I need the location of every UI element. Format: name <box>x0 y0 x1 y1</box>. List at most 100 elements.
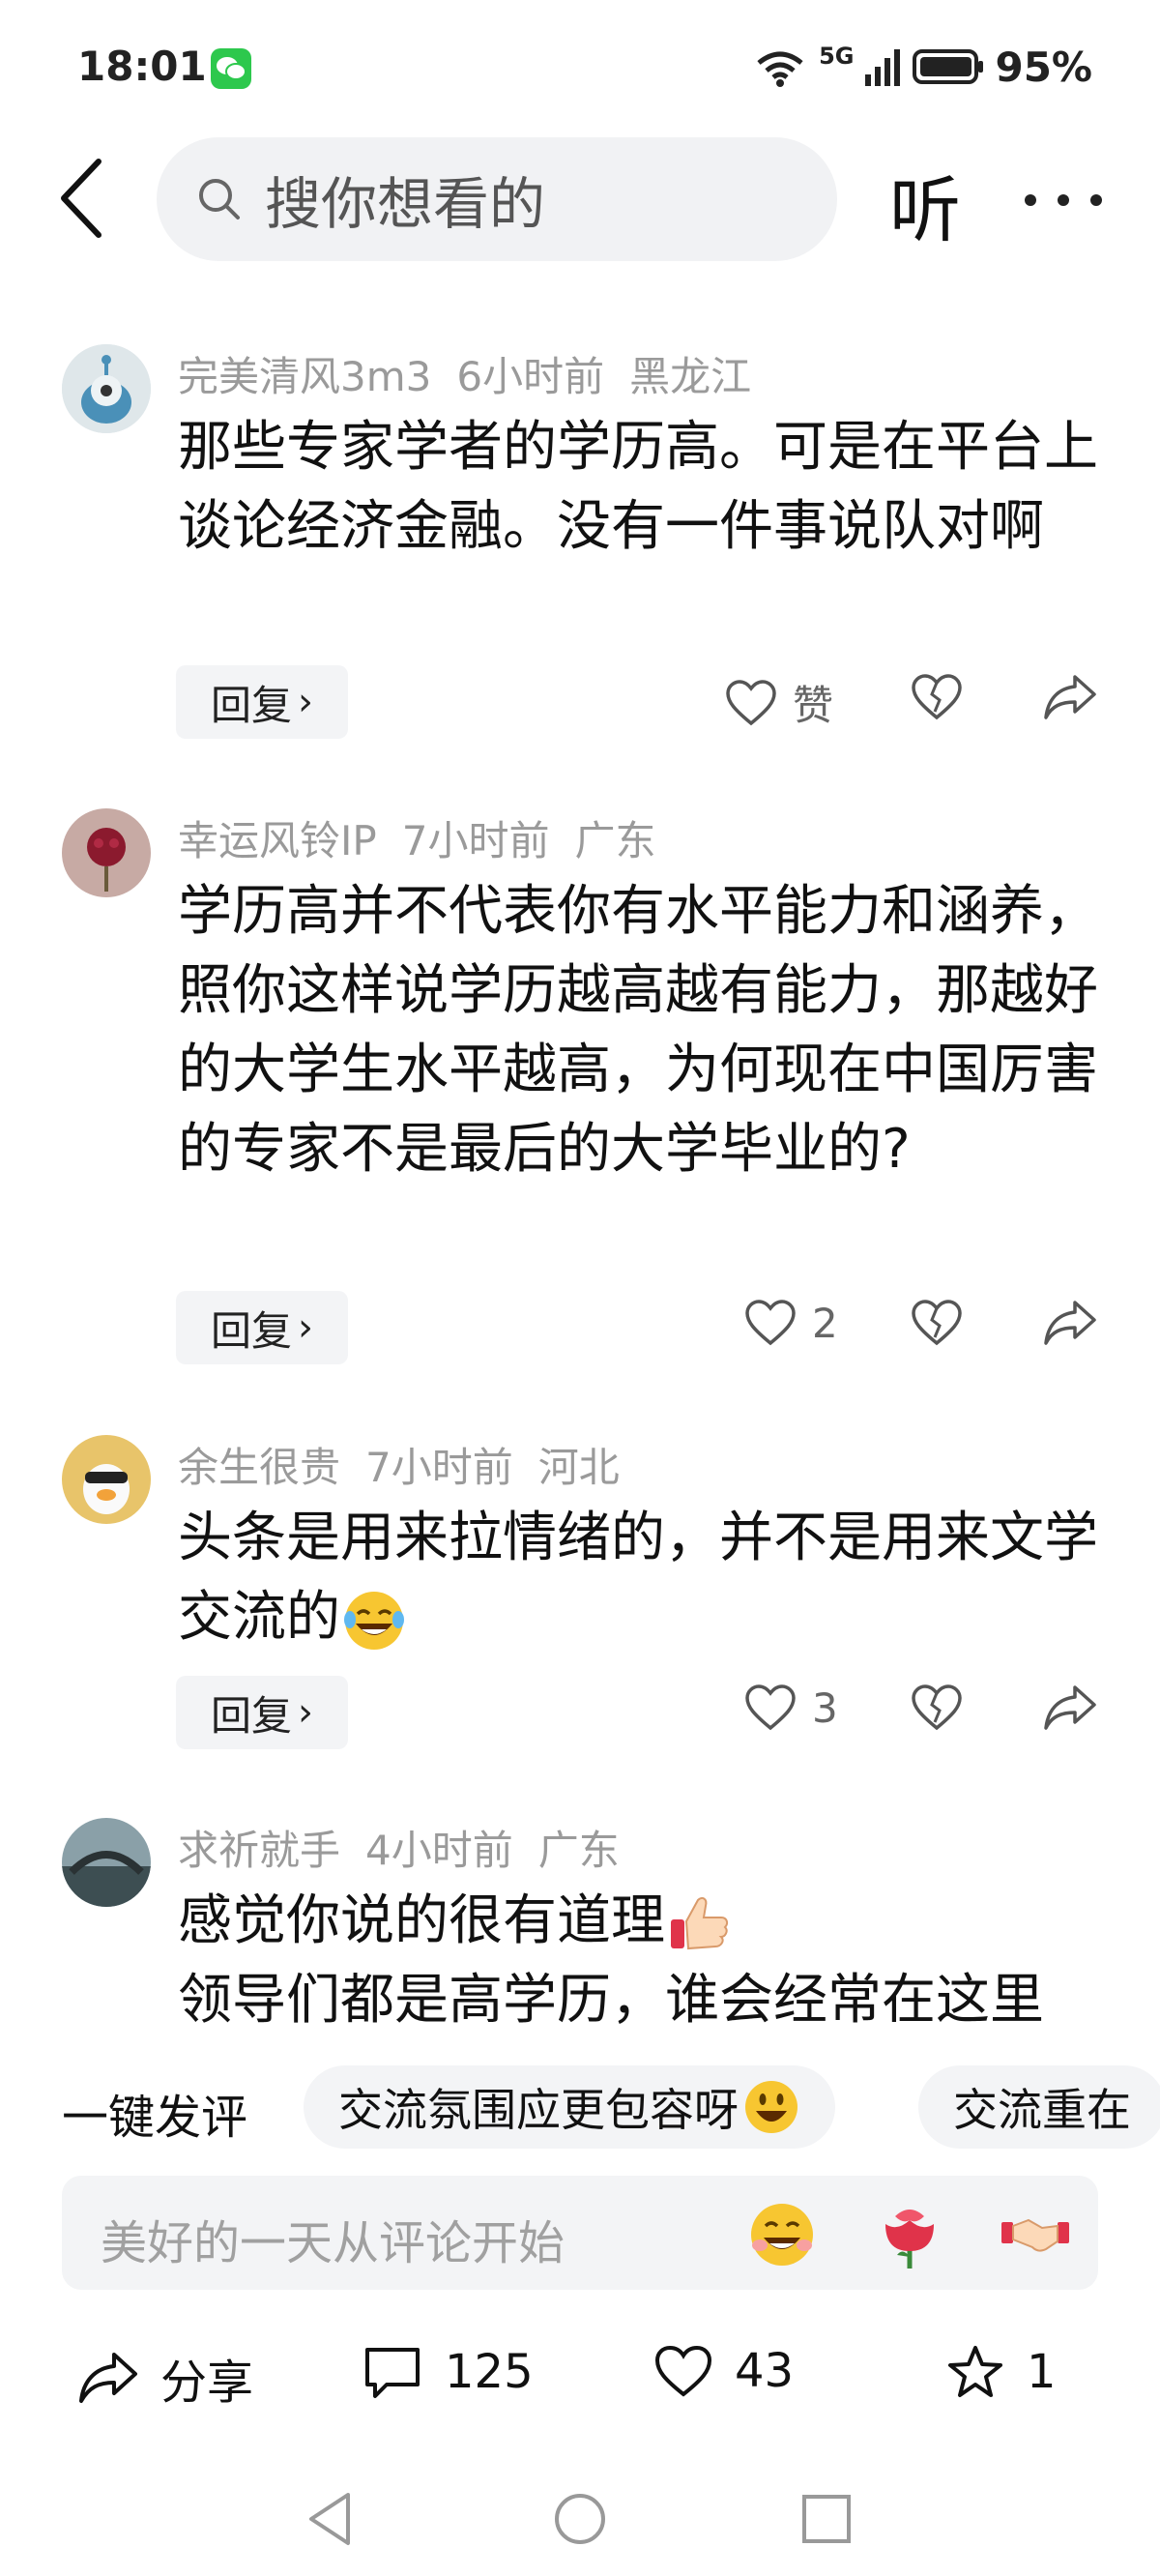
favorite-button[interactable]: 1 <box>945 2344 1057 2400</box>
comment-input[interactable]: 美好的一天从评论开始 <box>62 2176 1098 2290</box>
system-nav-bar <box>0 2475 1160 2562</box>
quick-comment-chip[interactable]: 交流重在 <box>918 2065 1160 2149</box>
comment-text-line: 感觉你说的很有道理 <box>178 1889 665 1952</box>
comment-meta: 幸运风铃IP 7小时前 广东 <box>178 808 681 867</box>
share-icon[interactable] <box>1042 1683 1098 1732</box>
smiley-emoji-icon <box>745 2081 798 2133</box>
reply-label: 回复 <box>210 681 292 729</box>
like-count: 43 <box>735 2344 795 2398</box>
comment-text-line: 领导们都是高学历，谁会经常在这里 <box>178 1969 1044 2031</box>
quick-comment-label: 一键发评 <box>62 2091 248 2145</box>
thumbs-up-emoji-icon <box>671 1896 729 1949</box>
share-icon[interactable] <box>1042 673 1098 721</box>
comment-text: 头条是用来拉情绪的，并不是用来文学交流的 <box>178 1499 1106 1657</box>
comment-time: 7小时前 <box>401 817 550 864</box>
wifi-icon <box>757 51 803 87</box>
comment-location: 广东 <box>574 817 656 864</box>
like-count: 赞 <box>793 682 834 729</box>
share-button[interactable]: 分享 <box>77 2344 253 2412</box>
comment-meta: 完美清风3m3 6小时前 黑龙江 <box>178 344 776 403</box>
reply-button[interactable]: 回复 › <box>176 1676 348 1749</box>
status-indicators: 5G 95% <box>751 43 1092 91</box>
dot-icon <box>1025 194 1036 206</box>
comment-username[interactable]: 求祈就手 <box>178 1827 340 1874</box>
comment-location: 黑龙江 <box>629 353 752 400</box>
laughing-tears-emoji-icon <box>344 1591 404 1650</box>
search-icon <box>199 179 240 220</box>
share-icon[interactable] <box>1042 1299 1098 1347</box>
comment-text: 学历高并不代表你有水平能力和涵养，照你这样说学历越高越有能力，那越好的大学生水平… <box>178 880 1098 1181</box>
comment-time: 6小时前 <box>456 353 605 400</box>
like-button[interactable]: 赞 <box>725 673 833 732</box>
quick-comment-chip[interactable]: 交流氛围应更包容呀 <box>304 2065 835 2149</box>
heart-icon <box>654 2345 712 2397</box>
heart-icon <box>745 1684 796 1731</box>
like-button[interactable]: 3 <box>744 1683 851 1732</box>
avatar[interactable] <box>62 1435 151 1524</box>
comment-text: 感觉你说的很有道理 领导们都是高学历，谁会经常在这里 <box>178 1882 1106 2031</box>
avatar[interactable] <box>62 1818 151 1907</box>
status-time: 18:01 <box>77 43 207 90</box>
comment-input-placeholder: 美好的一天从评论开始 <box>101 2216 566 2270</box>
broken-heart-icon[interactable] <box>911 673 963 721</box>
broken-heart-icon[interactable] <box>911 1299 963 1347</box>
heart-icon <box>726 679 776 725</box>
more-options-button[interactable] <box>1025 166 1102 234</box>
listen-button[interactable]: 听 <box>889 153 961 256</box>
avatar[interactable] <box>62 344 151 433</box>
comment-location: 河北 <box>537 1444 620 1491</box>
wechat-notification-icon <box>211 48 251 89</box>
comment-text-content: 头条是用来拉情绪的，并不是用来文学交流的 <box>178 1507 1098 1649</box>
signal-icon <box>865 49 901 86</box>
dot-icon <box>1090 194 1102 206</box>
like-button[interactable]: 2 <box>744 1299 851 1347</box>
comment-count: 125 <box>445 2345 534 2399</box>
comment-actions: 赞 <box>725 665 1112 739</box>
quick-comment-bar: 一键发评 交流氛围应更包容呀 交流重在 <box>0 2056 1160 2152</box>
nav-home-icon[interactable] <box>546 2485 614 2553</box>
like-count: 3 <box>812 1683 838 1732</box>
nav-back-icon[interactable] <box>298 2485 365 2553</box>
quick-comment-chip-text: 交流氛围应更包容呀 <box>338 2084 739 2136</box>
back-arrow-icon <box>61 159 102 238</box>
rose-emoji-icon[interactable] <box>874 2199 945 2270</box>
reply-button[interactable]: 回复 › <box>176 665 348 739</box>
comment-actions: 3 <box>725 1676 1112 1749</box>
comment-time: 4小时前 <box>365 1827 513 1874</box>
back-button[interactable] <box>48 155 116 242</box>
like-button[interactable]: 43 <box>653 2344 794 2398</box>
comment-username[interactable]: 余生很贵 <box>178 1444 340 1491</box>
battery-icon <box>913 49 984 84</box>
broken-heart-icon[interactable] <box>911 1683 963 1732</box>
search-placeholder: 搜你想看的 <box>265 171 546 237</box>
comment-bubble-icon <box>365 2348 420 2398</box>
share-icon <box>79 2353 137 2403</box>
reply-label: 回复 <box>210 1306 292 1355</box>
chevron-right-icon: › <box>298 1305 313 1350</box>
comment-time: 7小时前 <box>365 1444 513 1491</box>
status-bar: 18:01 5G 95% <box>0 0 1160 135</box>
chevron-right-icon: › <box>298 1690 313 1735</box>
comments-button[interactable]: 125 <box>362 2344 534 2400</box>
handshake-emoji-icon[interactable] <box>1000 2199 1071 2270</box>
bottom-action-bar: 分享 125 43 1 <box>0 2330 1160 2427</box>
grinning-emoji-icon[interactable] <box>746 2199 818 2270</box>
avatar[interactable] <box>62 808 151 897</box>
reply-label: 回复 <box>210 1691 292 1740</box>
like-count: 2 <box>812 1299 838 1347</box>
reply-button[interactable]: 回复 › <box>176 1291 348 1364</box>
nav-recents-icon[interactable] <box>793 2485 860 2553</box>
search-input[interactable]: 搜你想看的 <box>157 137 837 261</box>
share-label: 分享 <box>160 2356 254 2410</box>
network-type: 5G <box>819 43 855 70</box>
chevron-right-icon: › <box>298 680 313 724</box>
comment-text: 那些专家学者的学历高。可是在平台上谈论经济金融。没有一件事说队对啊 <box>178 416 1098 558</box>
comment-item: 求祈就手 4小时前 广东 感觉你说的很有道理 领导们都是高学历，谁会经常在这里 <box>0 1812 1160 2031</box>
favorite-count: 1 <box>1027 2345 1057 2399</box>
comment-username[interactable]: 完美清风3m3 <box>178 353 431 400</box>
quick-comment-chip-text: 交流重在 <box>953 2084 1131 2136</box>
comment-meta: 求祈就手 4小时前 广东 <box>178 1818 645 1877</box>
star-icon <box>948 2346 1002 2397</box>
comment-actions: 2 <box>725 1291 1112 1364</box>
comment-username[interactable]: 幸运风铃IP <box>178 817 377 864</box>
